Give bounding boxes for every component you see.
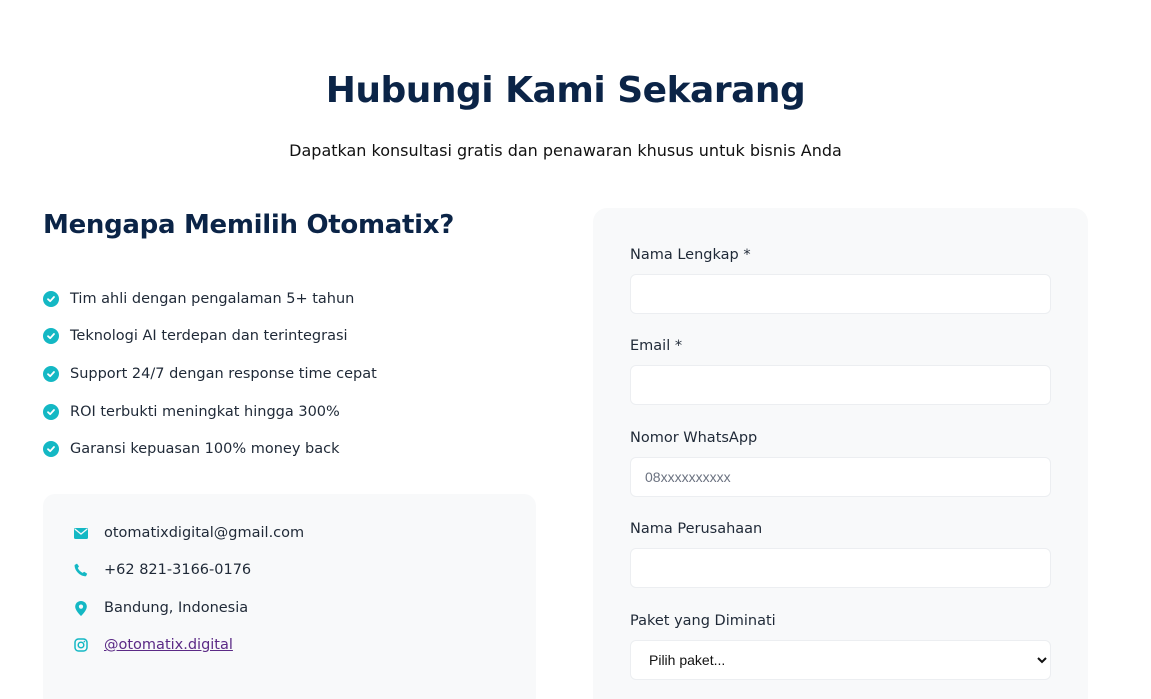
contact-location: Bandung, Indonesia bbox=[104, 600, 249, 616]
email-input[interactable] bbox=[630, 365, 1051, 405]
benefit-item: Support 24/7 dengan response time cepat bbox=[43, 355, 377, 393]
package-select[interactable]: Pilih paket... bbox=[630, 640, 1051, 680]
whatsapp-label: Nomor WhatsApp bbox=[630, 430, 758, 446]
check-circle-icon bbox=[43, 403, 59, 420]
contact-phone-row: +62 821-3166-0176 bbox=[73, 562, 251, 578]
benefit-text: Tim ahli dengan pengalaman 5+ tahun bbox=[70, 290, 355, 307]
map-pin-icon bbox=[73, 600, 89, 616]
check-circle-icon bbox=[43, 441, 59, 458]
why-title: Mengapa Memilih Otomatix? bbox=[43, 210, 455, 240]
benefit-item: Tim ahli dengan pengalaman 5+ tahun bbox=[43, 280, 377, 318]
email-label: Email * bbox=[630, 338, 683, 354]
check-circle-icon bbox=[43, 365, 59, 382]
phone-icon bbox=[73, 562, 89, 578]
instagram-icon bbox=[73, 637, 89, 653]
page-subtitle: Dapatkan konsultasi gratis dan penawaran… bbox=[289, 141, 842, 160]
company-label: Nama Perusahaan bbox=[630, 521, 763, 537]
contact-info-card: otomatixdigital@gmail.com +62 821-3166-0… bbox=[43, 494, 536, 699]
benefit-text: Teknologi AI terdepan dan terintegrasi bbox=[70, 328, 348, 345]
name-input[interactable] bbox=[630, 274, 1051, 314]
contact-phone: +62 821-3166-0176 bbox=[104, 562, 252, 578]
company-input[interactable] bbox=[630, 548, 1051, 588]
page-title: Hubungi Kami Sekarang bbox=[325, 70, 806, 111]
contact-instagram-row: @otomatix.digital bbox=[73, 637, 233, 653]
contact-email: otomatixdigital@gmail.com bbox=[104, 525, 305, 541]
benefit-text: Garansi kepuasan 100% money back bbox=[70, 441, 340, 458]
contact-location-row: Bandung, Indonesia bbox=[73, 600, 248, 616]
benefit-item: Teknologi AI terdepan dan terintegrasi bbox=[43, 318, 377, 356]
package-label: Paket yang Diminati bbox=[630, 613, 776, 629]
benefit-list: Tim ahli dengan pengalaman 5+ tahun Tekn… bbox=[43, 280, 377, 468]
benefit-text: ROI terbukti meningkat hingga 300% bbox=[70, 403, 340, 420]
instagram-link[interactable]: @otomatix.digital bbox=[104, 637, 233, 653]
name-label: Nama Lengkap * bbox=[630, 247, 751, 263]
contact-form: Nama Lengkap * Email * Nomor WhatsApp Na… bbox=[593, 208, 1088, 699]
whatsapp-input[interactable] bbox=[630, 457, 1051, 497]
envelope-icon bbox=[73, 525, 89, 541]
benefit-item: Garansi kepuasan 100% money back bbox=[43, 430, 377, 468]
contact-email-row: otomatixdigital@gmail.com bbox=[73, 525, 304, 541]
benefit-text: Support 24/7 dengan response time cepat bbox=[70, 365, 377, 382]
check-circle-icon bbox=[43, 328, 59, 345]
check-circle-icon bbox=[43, 290, 59, 307]
benefit-item: ROI terbukti meningkat hingga 300% bbox=[43, 393, 377, 431]
